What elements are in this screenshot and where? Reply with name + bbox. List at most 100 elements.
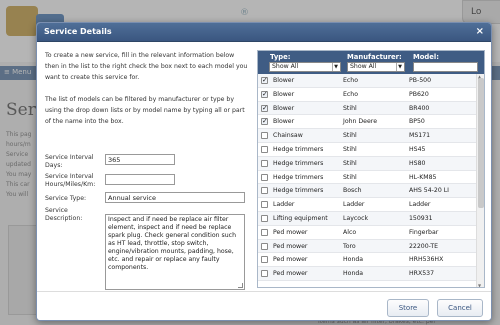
intro-paragraph-2: The list of models can be filtered by ma…: [45, 96, 245, 125]
scroll-down-icon[interactable]: ▼: [478, 283, 481, 287]
model-manufacturer-cell: Honda: [343, 270, 364, 278]
model-row[interactable]: Hedge trimmers Stihl HL-KM85: [258, 170, 476, 185]
interval-hours-input[interactable]: [105, 174, 175, 185]
model-manufacturer-cell: Stihl: [343, 132, 357, 140]
model-name-cell: PB-500: [409, 77, 432, 84]
model-checkbox[interactable]: [261, 74, 268, 87]
model-checkbox[interactable]: [261, 214, 268, 222]
model-checkbox[interactable]: [261, 102, 268, 115]
model-manufacturer-cell: Stihl: [343, 104, 357, 112]
model-name-cell: Ladder: [409, 201, 431, 209]
service-type-input[interactable]: Annual service: [105, 192, 245, 203]
chevron-down-icon: ▼: [332, 63, 339, 71]
model-type-cell: Lifting equipment: [273, 214, 328, 222]
model-row[interactable]: Ped mower Alco Fingerbar: [258, 225, 476, 240]
intro-paragraph-1: To create a new service, fill in the rel…: [45, 52, 248, 81]
model-row[interactable]: Blower Echo PB620: [258, 87, 476, 102]
model-name-cell: HRH536HX: [409, 256, 444, 264]
dialog-title: Service Details: [44, 27, 112, 36]
manufacturer-filter-label: Manufacturer:: [347, 53, 402, 61]
model-type-cell: Hedge trimmers: [273, 145, 324, 153]
model-checkbox[interactable]: [261, 115, 268, 128]
model-manufacturer-cell: Echo: [343, 90, 359, 98]
model-checkbox[interactable]: [261, 132, 268, 140]
model-row[interactable]: Ped mower Honda HRH536HX: [258, 253, 476, 268]
resize-grip-icon[interactable]: [238, 283, 243, 288]
manufacturer-filter-select[interactable]: Show All ▼: [347, 62, 405, 72]
model-checkbox[interactable]: [261, 201, 268, 209]
model-row[interactable]: Chainsaw Stihl MS171: [258, 129, 476, 143]
model-checkbox[interactable]: [261, 187, 268, 195]
description-label: Service Description:: [45, 207, 83, 222]
scrollbar-thumb[interactable]: [478, 78, 484, 208]
type-filter-label: Type:: [270, 53, 291, 61]
interval-hours-label: Service Interval Hours/Miles/Km:: [45, 173, 96, 188]
model-checkbox[interactable]: [261, 242, 268, 250]
dialog-footer: Store Cancel: [37, 291, 491, 320]
model-row[interactable]: Ladder Ladder Ladder: [258, 198, 476, 212]
model-checkbox[interactable]: [261, 270, 268, 278]
model-type-cell: Ladder: [273, 201, 295, 209]
model-manufacturer-cell: Bosch: [343, 187, 362, 195]
model-filter-label: Model:: [413, 53, 439, 61]
model-type-cell: Blower: [273, 77, 295, 84]
model-name-cell: 22200-TE: [409, 242, 439, 250]
interval-days-input[interactable]: 365: [105, 154, 175, 165]
model-name-cell: Fingerbar: [409, 228, 439, 236]
model-name-cell: BR400: [409, 104, 430, 112]
model-checkbox[interactable]: [261, 173, 268, 181]
model-name-cell: MS171: [409, 132, 431, 140]
model-manufacturer-cell: Ladder: [343, 201, 365, 209]
model-checkbox[interactable]: [261, 159, 268, 167]
model-list-panel: Type: Manufacturer: Model: Show All ▼ Sh…: [257, 50, 485, 288]
model-type-cell: Blower: [273, 104, 295, 112]
filter-header: Type: Manufacturer: Model: Show All ▼ Sh…: [258, 51, 484, 74]
type-filter-select[interactable]: Show All ▼: [269, 62, 341, 72]
cancel-button[interactable]: Cancel: [437, 299, 483, 317]
model-manufacturer-cell: Alco: [343, 228, 357, 236]
model-row[interactable]: Blower Echo PB-500: [258, 74, 476, 88]
model-manufacturer-cell: Laycock: [343, 214, 369, 222]
model-manufacturer-cell: Echo: [343, 77, 359, 84]
model-manufacturer-cell: Honda: [343, 256, 364, 264]
model-manufacturer-cell: Stihl: [343, 159, 357, 167]
model-row[interactable]: Hedge trimmers Stihl HS80: [258, 156, 476, 171]
model-manufacturer-cell: Toro: [343, 242, 356, 250]
model-filter-input[interactable]: [413, 62, 478, 72]
service-details-dialog: Service Details × To create a new servic…: [36, 22, 492, 321]
dialog-titlebar[interactable]: Service Details ×: [37, 23, 491, 42]
model-type-cell: Blower: [273, 90, 295, 98]
model-checkbox[interactable]: [261, 228, 268, 236]
close-icon[interactable]: ×: [476, 26, 484, 37]
model-type-cell: Ped mower: [273, 270, 308, 278]
model-name-cell: HS80: [409, 159, 426, 167]
model-row[interactable]: Blower John Deere BP50: [258, 115, 476, 130]
model-type-cell: Hedge trimmers: [273, 159, 324, 167]
description-textarea[interactable]: Inspect and if need be replace air filte…: [105, 214, 245, 290]
model-name-cell: BP50: [409, 118, 425, 126]
model-row[interactable]: Hedge trimmers Bosch AHS 54-20 LI: [258, 184, 476, 199]
model-row[interactable]: Ped mower Honda HRX537: [258, 267, 476, 281]
model-type-cell: Ped mower: [273, 242, 308, 250]
model-row[interactable]: Ped mower Toro 22200-TE: [258, 239, 476, 254]
model-name-cell: HRX537: [409, 270, 435, 278]
model-name-cell: PB620: [409, 90, 429, 98]
model-checkbox[interactable]: [261, 256, 268, 264]
model-row[interactable]: Blower Stihl BR400: [258, 101, 476, 116]
model-checkbox[interactable]: [261, 145, 268, 153]
list-scrollbar[interactable]: ▲ ▼: [476, 74, 484, 287]
model-type-cell: Ped mower: [273, 256, 308, 264]
model-manufacturer-cell: Stihl: [343, 145, 357, 153]
model-row[interactable]: Lifting equipment Laycock 150931: [258, 211, 476, 226]
model-type-cell: Chainsaw: [273, 132, 303, 140]
model-checkbox[interactable]: [261, 88, 268, 101]
model-type-cell: Hedge trimmers: [273, 173, 324, 181]
model-manufacturer-cell: Stihl: [343, 173, 357, 181]
model-row[interactable]: Hedge trimmers Stihl HS45: [258, 142, 476, 157]
chevron-down-icon: ▼: [396, 63, 403, 71]
instructions: To create a new service, fill in the rel…: [45, 50, 250, 138]
model-type-cell: Hedge trimmers: [273, 187, 324, 195]
interval-days-label: Service Interval Days:: [45, 154, 94, 169]
store-button[interactable]: Store: [387, 299, 429, 317]
description-text: Inspect and if need be replace air filte…: [108, 216, 236, 271]
